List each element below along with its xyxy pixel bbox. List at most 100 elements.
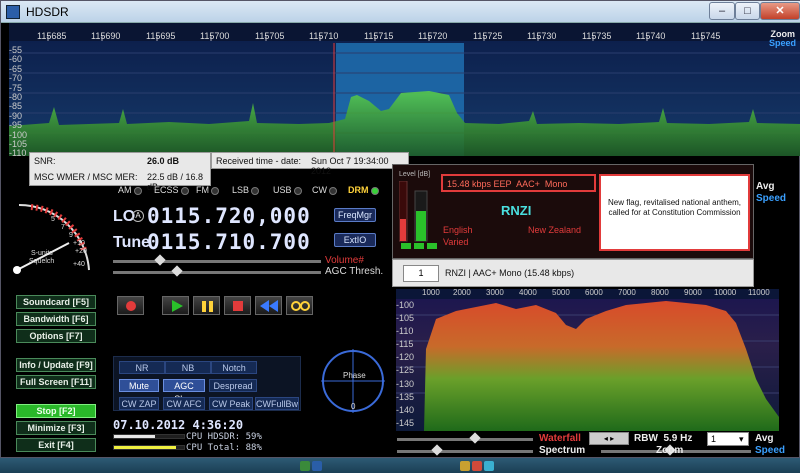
record-button[interactable] bbox=[117, 296, 144, 315]
taskbar-app-icon[interactable] bbox=[472, 461, 482, 471]
squelch-label: Squelch bbox=[29, 258, 54, 265]
waterfall-slider[interactable] bbox=[397, 438, 533, 441]
options-button[interactable]: Options [F7] bbox=[16, 329, 96, 343]
minimize-app-button[interactable]: Minimize [F3] bbox=[16, 421, 96, 435]
volume-slider-thumb[interactable] bbox=[154, 254, 166, 266]
stop-playback-button[interactable] bbox=[224, 296, 251, 315]
s-meter[interactable]: 5 7 9 +10 +20 +40 S-units Squelch bbox=[9, 195, 105, 285]
phase-dial-graphic: Phase 0 bbox=[321, 349, 385, 413]
rf-frequency-ruler: 115685 115690 115695 115700 115705 11571… bbox=[9, 31, 789, 43]
maximize-button[interactable]: □ bbox=[735, 2, 760, 20]
agc-threshold-thumb[interactable] bbox=[171, 265, 183, 277]
mode-label: USB bbox=[273, 185, 292, 195]
cw-zap-button[interactable]: CW ZAP bbox=[119, 397, 159, 410]
waterfall-label: Waterfall bbox=[539, 433, 581, 444]
volume-slider[interactable] bbox=[113, 260, 321, 263]
freq-tick: 115700 bbox=[200, 31, 230, 41]
bandwidth-button[interactable]: Bandwidth [F6] bbox=[16, 312, 96, 326]
mode-am-button[interactable]: AM bbox=[118, 185, 142, 199]
taskbar-app-icon[interactable] bbox=[300, 461, 310, 471]
drm-audio: Mono bbox=[544, 179, 568, 189]
audio-db-tick: -130 bbox=[396, 378, 415, 389]
rbw-spinner[interactable]: ◂ ▸ bbox=[589, 432, 629, 445]
audio-db-tick: -100 bbox=[396, 300, 415, 310]
audio-db-tick: -140 bbox=[396, 404, 415, 415]
hdsdr-window: HDSDR – □ ✕ 115685 115690 115695 115700 … bbox=[0, 0, 800, 458]
close-button[interactable]: ✕ bbox=[760, 2, 800, 20]
db-tick: -110 bbox=[9, 148, 27, 159]
agc-threshold-slider[interactable] bbox=[113, 271, 321, 274]
freq-tick: 115690 bbox=[91, 31, 121, 41]
audio-db-tick: -145 bbox=[396, 417, 415, 428]
title-bar[interactable]: HDSDR – □ ✕ bbox=[1, 1, 800, 23]
exit-button[interactable]: Exit [F4] bbox=[16, 438, 96, 452]
smeter-mark: 9 bbox=[69, 232, 73, 239]
taskbar-app-icon[interactable] bbox=[312, 461, 322, 471]
info-update-button[interactable]: Info / Update [F9] bbox=[16, 358, 96, 372]
audio-freq-tick: 1000 bbox=[422, 288, 440, 297]
freqmgr-button[interactable]: FreqMgr bbox=[334, 208, 376, 222]
mute-button[interactable]: Mute bbox=[119, 379, 159, 392]
nr-button[interactable]: NR bbox=[119, 361, 165, 374]
audio-spectrum-graph bbox=[396, 289, 779, 431]
cpu-hdsdr-text: CPU HDSDR: 59% bbox=[186, 432, 262, 442]
nb-button[interactable]: NB bbox=[165, 361, 211, 374]
datetime-display: 07.10.2012 4:36:20 bbox=[113, 418, 244, 432]
audio-db-scale: -100 -105 -110 -115 -120 -125 -130 -135 … bbox=[396, 299, 416, 430]
mode-cw-button[interactable]: CW bbox=[312, 185, 337, 199]
dsp-controls-panel: NR NB Notch Mute AGC Slow Despread CW ZA… bbox=[113, 356, 301, 411]
service-number[interactable]: 1 bbox=[403, 265, 439, 282]
agc-slow-button[interactable]: AGC Slow bbox=[163, 379, 205, 404]
freq-tick: 115695 bbox=[146, 31, 176, 41]
audio-freq-tick: 10000 bbox=[714, 288, 737, 297]
waterfall-slider-thumb[interactable] bbox=[469, 432, 481, 444]
spectrum-slider-thumb[interactable] bbox=[431, 444, 443, 456]
level-meter bbox=[399, 181, 437, 249]
mode-led-icon bbox=[251, 186, 260, 195]
audio-spectrum-display[interactable] bbox=[396, 289, 779, 431]
drm-bitrate-box: 15.48 kbps EEP AAC+ Mono bbox=[441, 174, 596, 192]
lo-badge[interactable]: A bbox=[132, 210, 144, 222]
extio-button[interactable]: ExtIO bbox=[334, 233, 376, 247]
mode-usb-button[interactable]: USB bbox=[273, 185, 302, 199]
zoom-label-bottom: Zoom bbox=[656, 445, 684, 456]
drm-country: New Zealand bbox=[528, 225, 582, 235]
play-button[interactable] bbox=[162, 296, 189, 315]
audio-db-tick: -115 bbox=[396, 339, 414, 350]
speed-label-top: Speed bbox=[756, 193, 787, 204]
received-time-box: Received time - date: Sun Oct 7 19:34:00… bbox=[211, 152, 409, 176]
avg-label: Avg bbox=[755, 433, 774, 444]
phase-label: Phase bbox=[343, 371, 366, 380]
pause-button[interactable] bbox=[193, 296, 220, 315]
mode-lsb-button[interactable]: LSB bbox=[232, 185, 260, 199]
stop-button[interactable]: Stop [F2] bbox=[16, 404, 96, 418]
cw-afc-button[interactable]: CW AFC bbox=[163, 397, 205, 410]
freq-tick: 115740 bbox=[636, 31, 666, 41]
audio-freq-tick: 9000 bbox=[684, 288, 702, 297]
mode-fm-button[interactable]: FM bbox=[196, 185, 219, 199]
speed-label-bottom: Speed bbox=[755, 445, 786, 456]
mode-ecss-button[interactable]: ECSS bbox=[154, 185, 189, 199]
notch-button[interactable]: Notch bbox=[211, 361, 257, 374]
audio-freq-tick: 2000 bbox=[453, 288, 471, 297]
mode-label: DRM bbox=[348, 185, 369, 195]
spectrum-slider[interactable] bbox=[397, 450, 533, 453]
mode-drm-button[interactable]: DRM bbox=[348, 185, 379, 199]
cw-peak-button[interactable]: CW Peak bbox=[209, 397, 253, 410]
loop-button[interactable] bbox=[286, 296, 313, 315]
soundcard-button[interactable]: Soundcard [F5] bbox=[16, 295, 96, 309]
rewind-button[interactable] bbox=[255, 296, 282, 315]
cw-fullbw-button[interactable]: CWFullBw bbox=[255, 397, 299, 410]
despread-button[interactable]: Despread bbox=[209, 379, 257, 392]
minimize-button[interactable]: – bbox=[709, 2, 735, 20]
tune-frequency[interactable]: 0115.710.700 bbox=[147, 230, 311, 254]
mode-label: AM bbox=[118, 185, 132, 195]
lo-frequency[interactable]: 0115.720,000 bbox=[147, 204, 311, 228]
taskbar-app-icon[interactable] bbox=[460, 461, 470, 471]
avg-dropdown[interactable]: 1 ▾ bbox=[707, 432, 749, 446]
full-screen-button[interactable]: Full Screen [F11] bbox=[16, 375, 96, 389]
drm-bitrate: 15.48 kbps EEP bbox=[447, 179, 512, 189]
taskbar-app-icon[interactable] bbox=[484, 461, 494, 471]
mode-label: ECSS bbox=[154, 185, 179, 195]
phase-dial[interactable]: Phase 0 bbox=[319, 347, 387, 415]
